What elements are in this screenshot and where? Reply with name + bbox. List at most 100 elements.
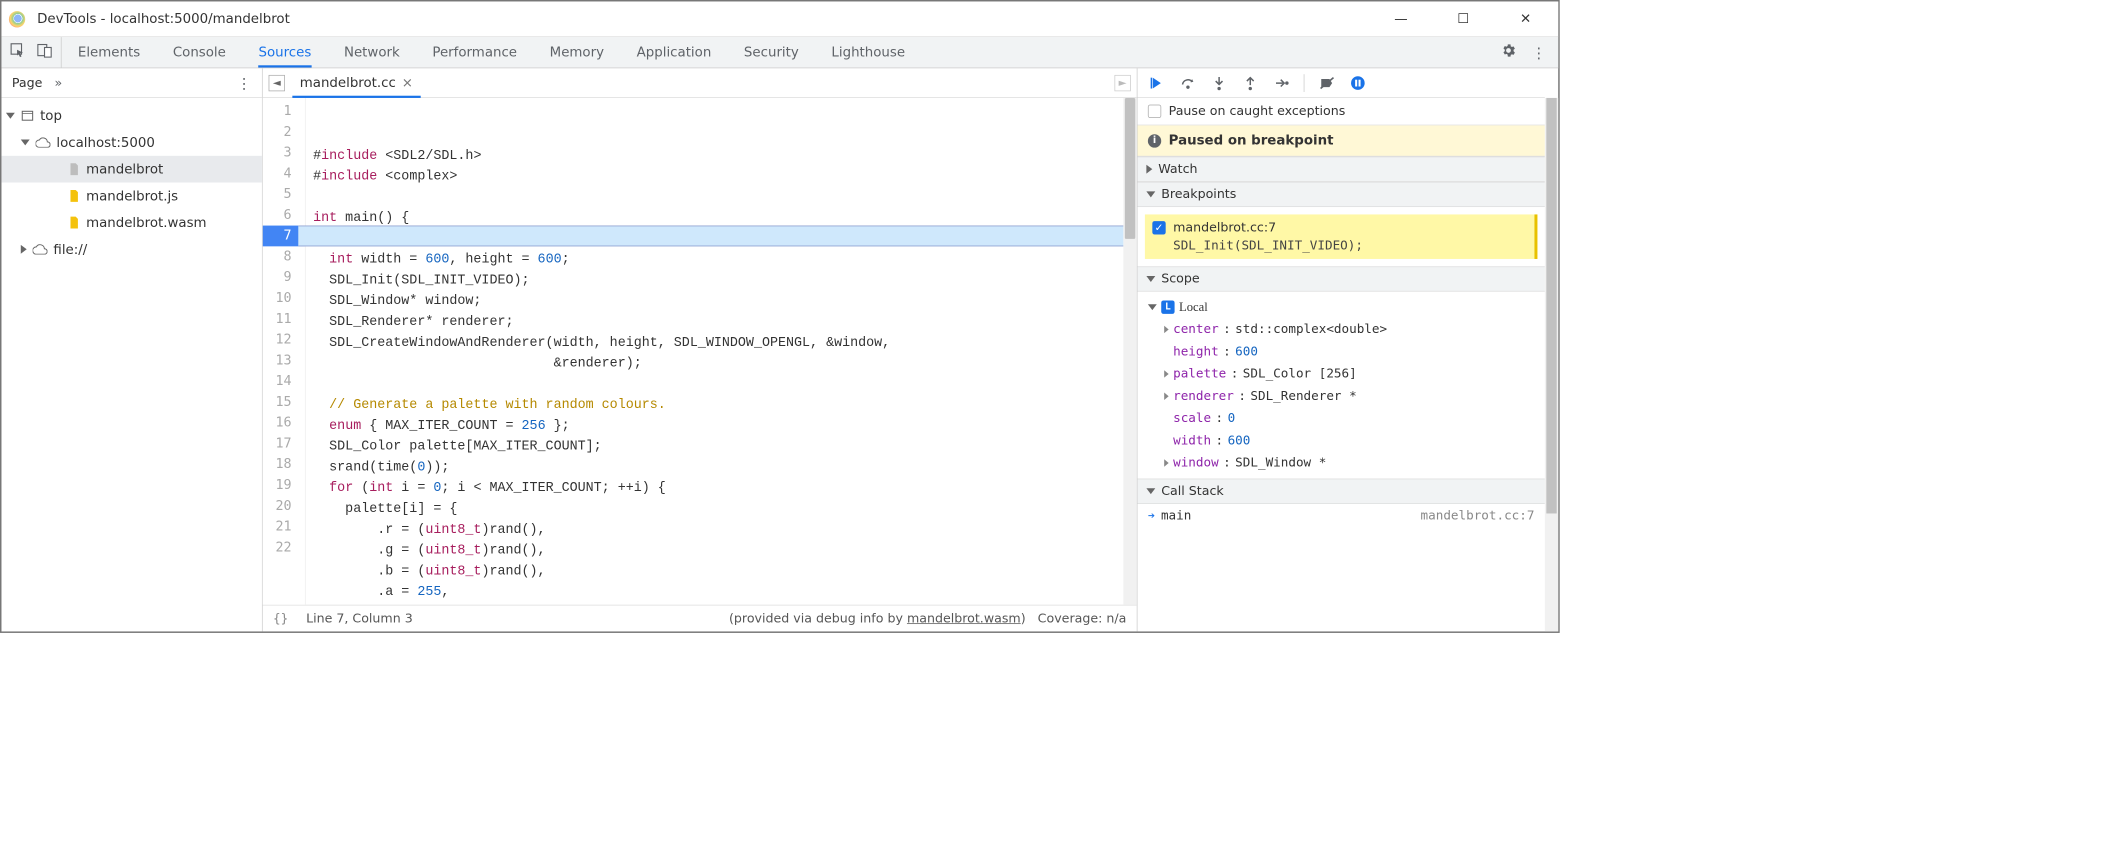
pause-on-caught-checkbox[interactable]	[1148, 105, 1161, 118]
tab-console[interactable]: Console	[156, 37, 242, 67]
tab-performance[interactable]: Performance	[416, 37, 533, 67]
editor-scrollbar[interactable]	[1123, 98, 1136, 605]
line-number[interactable]: 11	[263, 309, 305, 330]
section-breakpoints[interactable]: Breakpoints	[1137, 182, 1544, 207]
line-number[interactable]: 10	[263, 288, 305, 309]
debug-info-source-link[interactable]: mandelbrot.wasm	[907, 611, 1021, 626]
line-number[interactable]: 22	[263, 537, 305, 558]
disclosure-triangle-icon[interactable]	[1164, 326, 1168, 333]
tree-file-mandelbrot-wasm[interactable]: mandelbrot.wasm	[1, 209, 261, 236]
line-number-gutter[interactable]: 12345678910111213141516171819202122	[263, 98, 306, 605]
line-number[interactable]: 5	[263, 184, 305, 205]
line-number[interactable]: 21	[263, 516, 305, 537]
line-number[interactable]: 6	[263, 205, 305, 226]
minimize-button[interactable]: —	[1385, 8, 1418, 30]
navigator-tab-page[interactable]: Page	[12, 75, 43, 90]
nav-back-icon[interactable]: ◄	[269, 75, 285, 91]
code-line[interactable]: .g = (uint8_t)rand(),	[313, 540, 1123, 561]
tab-network[interactable]: Network	[328, 37, 416, 67]
line-number[interactable]: 8	[263, 246, 305, 267]
code-line[interactable]: #include <SDL2/SDL.h>	[313, 145, 1123, 166]
maximize-button[interactable]: ☐	[1447, 8, 1480, 30]
scrollbar-thumb[interactable]	[1125, 98, 1135, 239]
close-button[interactable]: ✕	[1509, 8, 1542, 30]
tree-file-mandelbrot[interactable]: mandelbrot	[1, 156, 261, 183]
code-line[interactable]: #include <complex>	[313, 166, 1123, 187]
code-line[interactable]: SDL_Renderer* renderer;	[313, 312, 1123, 333]
disclosure-triangle-icon[interactable]	[6, 113, 15, 119]
inspect-icon[interactable]	[10, 43, 25, 62]
pause-on-caught-row[interactable]: Pause on caught exceptions	[1137, 98, 1544, 125]
tree-top-frame[interactable]: top	[1, 102, 261, 129]
tab-memory[interactable]: Memory	[533, 37, 620, 67]
code-line[interactable]: int width = 600, height = 600;	[313, 249, 1123, 270]
disclosure-triangle-icon[interactable]	[21, 245, 27, 254]
line-number[interactable]: 2	[263, 122, 305, 143]
more-vert-icon[interactable]: ⋮	[1531, 43, 1546, 61]
scope-variable[interactable]: center: std::complex<double>	[1148, 318, 1535, 340]
line-number[interactable]: 14	[263, 371, 305, 392]
line-number[interactable]: 12	[263, 329, 305, 350]
scope-variable[interactable]: renderer: SDL_Renderer *	[1148, 385, 1535, 407]
line-number[interactable]: 20	[263, 496, 305, 517]
line-number[interactable]: 3	[263, 142, 305, 163]
device-toggle-icon[interactable]	[37, 43, 52, 62]
code-line[interactable]	[313, 374, 1123, 395]
tab-application[interactable]: Application	[620, 37, 727, 67]
disclosure-triangle-icon[interactable]	[1146, 276, 1155, 282]
scope-variable[interactable]: height: 600	[1148, 341, 1535, 363]
breakpoint-item[interactable]: ✓ mandelbrot.cc:7 SDL_Init(SDL_INIT_VIDE…	[1145, 214, 1538, 259]
step-out-button[interactable]	[1241, 74, 1259, 92]
tab-security[interactable]: Security	[728, 37, 815, 67]
scope-variable[interactable]: width: 600	[1148, 430, 1535, 452]
pause-on-exceptions-button[interactable]	[1349, 74, 1367, 92]
scope-variable[interactable]: scale: 0	[1148, 407, 1535, 429]
line-number[interactable]: 18	[263, 454, 305, 475]
close-tab-icon[interactable]: ×	[402, 75, 413, 91]
code-line[interactable]: palette[i] = {	[313, 499, 1123, 520]
line-number[interactable]: 17	[263, 433, 305, 454]
line-number[interactable]: 19	[263, 475, 305, 496]
disclosure-triangle-icon[interactable]	[1146, 191, 1155, 197]
nav-forward-icon[interactable]: ►	[1114, 75, 1130, 91]
pretty-print-icon[interactable]: {}	[273, 611, 288, 626]
code-line[interactable]: srand(time(0));	[313, 457, 1123, 478]
code-line[interactable]: SDL_Init(SDL_INIT_VIDEO);	[313, 270, 1123, 291]
tab-lighthouse[interactable]: Lighthouse	[815, 37, 921, 67]
disclosure-triangle-icon[interactable]	[1146, 488, 1155, 494]
code-line[interactable]: SDL_CreateWindowAndRenderer(width, heigh…	[313, 332, 1123, 353]
disclosure-triangle-icon[interactable]	[1148, 304, 1157, 310]
code-line[interactable]: .a = 255,	[313, 582, 1123, 603]
code-line[interactable]: SDL_Window* window;	[313, 291, 1123, 312]
tree-file-mandelbrot-js[interactable]: mandelbrot.js	[1, 183, 261, 210]
code-line[interactable]: for (int i = 0; i < MAX_ITER_COUNT; ++i)…	[313, 478, 1123, 499]
step-over-button[interactable]	[1179, 74, 1197, 92]
settings-gear-icon[interactable]	[1500, 42, 1516, 62]
disclosure-triangle-icon[interactable]	[1164, 370, 1168, 377]
line-number[interactable]: 16	[263, 413, 305, 434]
disclosure-triangle-icon[interactable]	[21, 139, 30, 145]
disclosure-triangle-icon[interactable]	[1164, 459, 1168, 466]
deactivate-breakpoints-button[interactable]	[1318, 74, 1336, 92]
line-number[interactable]: 9	[263, 267, 305, 288]
line-number[interactable]: 4	[263, 163, 305, 184]
callstack-frame[interactable]: ➔main mandelbrot.cc:7	[1137, 504, 1544, 528]
scope-local[interactable]: L Local	[1148, 296, 1535, 318]
line-number[interactable]: 15	[263, 392, 305, 413]
line-number[interactable]: 13	[263, 350, 305, 371]
scrollbar-thumb[interactable]	[1546, 98, 1556, 514]
editor-tab-mandelbrot-cc[interactable]: mandelbrot.cc ×	[292, 68, 420, 97]
code-line[interactable]	[313, 187, 1123, 208]
code-area[interactable]: #include <SDL2/SDL.h>#include <complex> i…	[306, 98, 1124, 605]
scope-variable[interactable]: window: SDL_Window *	[1148, 452, 1535, 474]
code-editor[interactable]: 12345678910111213141516171819202122 #inc…	[263, 98, 1137, 605]
tab-sources[interactable]: Sources	[242, 37, 327, 67]
code-line[interactable]: .b = (uint8_t)rand(),	[313, 561, 1123, 582]
step-button[interactable]	[1273, 74, 1291, 92]
section-watch[interactable]: Watch	[1137, 157, 1544, 182]
breakpoint-checkbox[interactable]: ✓	[1152, 221, 1165, 234]
section-callstack[interactable]: Call Stack	[1137, 479, 1544, 504]
debugger-scrollbar[interactable]	[1545, 98, 1558, 631]
navigator-tabs-overflow-icon[interactable]: »	[54, 75, 62, 90]
section-scope[interactable]: Scope	[1137, 266, 1544, 291]
